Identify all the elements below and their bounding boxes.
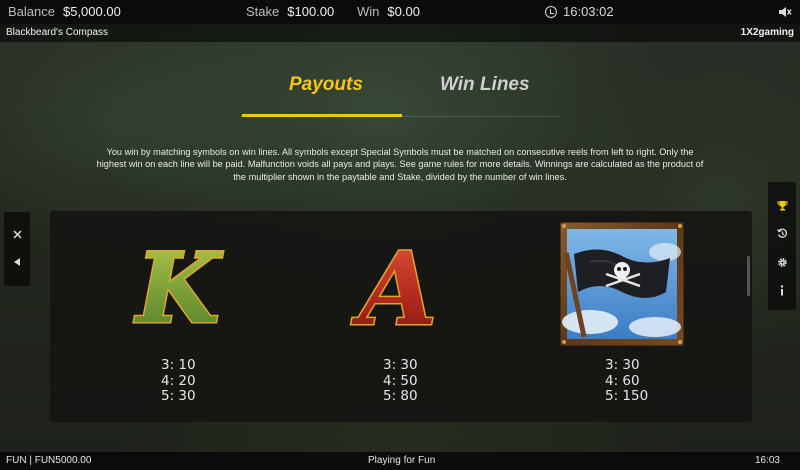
stake-value: $100.00 — [287, 4, 335, 19]
right-side-panel — [768, 182, 796, 310]
left-side-panel — [4, 212, 30, 286]
pay-a-3: 3: 30 — [383, 357, 418, 373]
pay-a-5: 5: 80 — [383, 388, 418, 404]
bottom-bar: FUN | FUN5000.00 Playing for Fun 16:03 — [0, 452, 800, 470]
back-arrow-icon[interactable] — [4, 252, 30, 272]
paytable-k: 3: 10 4: 20 5: 30 — [161, 357, 196, 405]
balance-value: $5,000.00 — [62, 4, 121, 19]
svg-text:K: K — [133, 232, 223, 337]
active-tab-indicator — [242, 114, 402, 117]
stake: Stake $100.00 — [246, 4, 334, 19]
svg-text:A: A — [351, 232, 437, 337]
trophy-icon[interactable] — [768, 195, 796, 215]
balance-label: Balance — [8, 4, 55, 19]
status-bar: Balance $5,000.00 Stake $100.00 Win $0.00 1… — [0, 0, 800, 24]
symbol-k: K — [120, 231, 235, 347]
history-icon[interactable] — [768, 223, 796, 243]
payout-description: You win by matching symbols on win lines… — [96, 147, 704, 182]
pay-flag-5: 5: 150 — [605, 388, 649, 404]
bottom-clock: 16:03 — [754, 455, 780, 466]
balance: Balance $5,000.00 — [8, 4, 121, 19]
pay-k-4: 4: 20 — [161, 372, 196, 389]
clock-icon — [545, 6, 557, 18]
win: Win $0.00 — [357, 4, 420, 19]
game-title: Blackbeard's Compass — [6, 27, 108, 38]
tab-payouts[interactable]: Payouts — [289, 74, 363, 96]
win-value: $0.00 — [387, 4, 420, 19]
brand-name: 1X2gaming — [740, 27, 794, 38]
title-bar: Blackbeard's Compass 1X2gaming — [0, 24, 800, 42]
paytable-pirate-flag: 3: 30 4: 60 5: 150 — [605, 357, 649, 405]
info-icon[interactable] — [768, 280, 796, 300]
symbol-a: A — [338, 229, 458, 350]
pay-k-3: 3: 10 — [161, 357, 196, 373]
tab-win-lines[interactable]: Win Lines — [440, 74, 530, 96]
win-label: Win — [357, 4, 380, 19]
clock-time: 16:03:02 — [563, 4, 614, 19]
stake-label: Stake — [246, 4, 280, 19]
paytable-a: 3: 30 4: 50 5: 80 — [383, 357, 418, 405]
close-icon[interactable] — [4, 224, 30, 244]
pay-k-5: 5: 30 — [161, 388, 196, 404]
symbol-pirate-flag — [559, 221, 685, 351]
scrollbar[interactable] — [747, 256, 750, 296]
clock: 16:03:02 — [545, 4, 614, 19]
pay-a-4: 4: 50 — [383, 372, 418, 389]
pay-flag-3: 3: 30 — [605, 357, 640, 373]
settings-icon[interactable] — [768, 252, 796, 272]
play-mode-status: Playing for Fun — [368, 455, 436, 466]
sound-icon[interactable] — [778, 5, 792, 22]
pay-flag-4: 4: 60 — [605, 372, 640, 389]
fun-balance: FUN | FUN5000.00 — [6, 455, 92, 466]
